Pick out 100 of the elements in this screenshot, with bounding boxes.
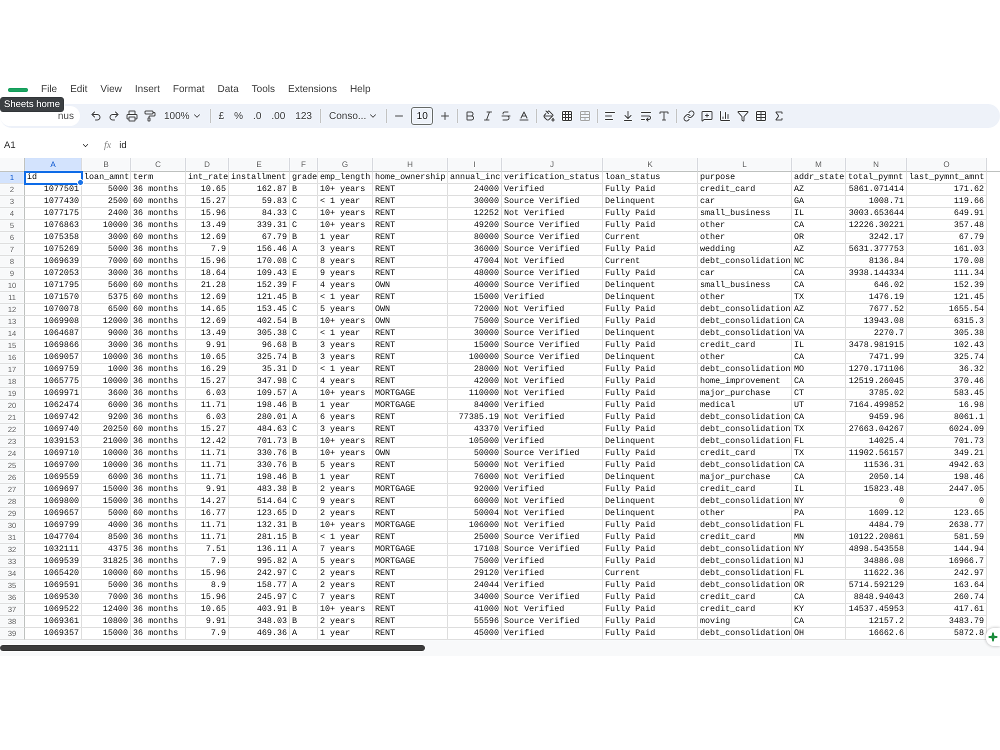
table-cell: 6315.3 bbox=[907, 316, 987, 328]
table-cell: 1077430 bbox=[25, 196, 82, 208]
table-cell: Not Verified bbox=[502, 208, 603, 220]
column-header[interactable]: G bbox=[318, 158, 373, 172]
undo-icon[interactable] bbox=[90, 110, 102, 122]
column-header[interactable]: A bbox=[25, 158, 82, 172]
column-header[interactable]: E bbox=[229, 158, 290, 172]
column-header[interactable]: B bbox=[82, 158, 131, 172]
table-cell: CA bbox=[792, 460, 846, 472]
number-format-button[interactable]: 123 bbox=[293, 107, 314, 125]
table-cell: 14.65 bbox=[186, 304, 229, 316]
table-cell: Source Verified bbox=[502, 616, 603, 628]
column-header[interactable]: F bbox=[290, 158, 318, 172]
column-header[interactable]: C bbox=[131, 158, 186, 172]
table-cell: 8061.1 bbox=[907, 412, 987, 424]
table-cell: 119.66 bbox=[907, 196, 987, 208]
table-cell: Fully Paid bbox=[603, 580, 698, 592]
menu-item[interactable]: Help bbox=[350, 84, 371, 96]
text-color-icon[interactable] bbox=[518, 110, 530, 122]
fill-handle[interactable] bbox=[77, 179, 84, 186]
italic-icon[interactable] bbox=[482, 110, 494, 122]
table-cell: 152.39 bbox=[907, 280, 987, 292]
paint-format-icon[interactable] bbox=[144, 110, 156, 122]
table-cell: 60000 bbox=[448, 496, 502, 508]
table-cell: 2050.14 bbox=[846, 472, 907, 484]
font-size-field[interactable]: 10 bbox=[411, 107, 434, 125]
text-rotation-icon[interactable] bbox=[658, 110, 670, 122]
vertical-align-icon[interactable] bbox=[622, 110, 634, 122]
menu-item[interactable]: Extensions bbox=[288, 84, 337, 96]
formula-field[interactable]: id bbox=[119, 140, 127, 150]
table-cell: 9.91 bbox=[186, 340, 229, 352]
table-cell: 36 months bbox=[131, 364, 186, 376]
menu-item[interactable]: Tools bbox=[252, 84, 276, 96]
column-header[interactable]: D bbox=[186, 158, 229, 172]
column-header[interactable]: J bbox=[502, 158, 603, 172]
name-box[interactable]: A1 bbox=[4, 140, 96, 150]
plus-icon[interactable] bbox=[439, 110, 452, 122]
table-cell: 1069908 bbox=[25, 316, 82, 328]
table-cell: 1069799 bbox=[25, 520, 82, 532]
table-cell: 10000 bbox=[82, 568, 131, 580]
fill-color-icon[interactable] bbox=[543, 110, 556, 122]
table-cell: Fully Paid bbox=[603, 520, 698, 532]
table-icon[interactable] bbox=[755, 110, 768, 122]
column-header[interactable]: M bbox=[792, 158, 846, 172]
text-wrap-icon[interactable] bbox=[640, 110, 652, 122]
sigma-icon[interactable] bbox=[773, 110, 786, 122]
menu-item[interactable]: Edit bbox=[70, 84, 88, 96]
decrease-decimals-button[interactable]: .0 bbox=[251, 107, 264, 125]
chart-icon[interactable] bbox=[719, 110, 732, 122]
increase-decimals-button[interactable]: .00 bbox=[269, 107, 288, 125]
currency-button[interactable]: £ bbox=[216, 107, 226, 125]
link-icon[interactable] bbox=[683, 110, 696, 122]
table-cell: 36 months bbox=[131, 484, 186, 496]
table-cell: Not Verified bbox=[502, 412, 603, 424]
borders-icon[interactable] bbox=[561, 110, 574, 122]
menu-item[interactable]: View bbox=[100, 84, 122, 96]
column-header[interactable]: N bbox=[846, 158, 907, 172]
table-cell: credit_card bbox=[698, 532, 792, 544]
table-cell: 60 months bbox=[131, 280, 186, 292]
table-cell: 1075358 bbox=[25, 232, 82, 244]
menu-item[interactable]: File bbox=[41, 84, 58, 96]
table-cell: 36 months bbox=[131, 352, 186, 364]
table-cell: 152.39 bbox=[229, 280, 290, 292]
table-cell: Fully Paid bbox=[603, 424, 698, 436]
table-cell: MN bbox=[792, 532, 846, 544]
menu-item[interactable]: Insert bbox=[134, 84, 160, 96]
filter-icon[interactable] bbox=[737, 110, 750, 122]
table-cell: 15.27 bbox=[186, 424, 229, 436]
merge-cells-icon[interactable] bbox=[579, 110, 592, 122]
print-icon[interactable] bbox=[126, 110, 138, 122]
column-header[interactable]: K bbox=[603, 158, 698, 172]
table-cell: 12519.26045 bbox=[846, 376, 907, 388]
table-cell: PA bbox=[792, 508, 846, 520]
menu-item[interactable]: Data bbox=[218, 84, 239, 96]
table-cell: 3478.981915 bbox=[846, 340, 907, 352]
menu-item[interactable]: Format bbox=[172, 84, 205, 96]
redo-icon[interactable] bbox=[108, 110, 120, 122]
bold-icon[interactable] bbox=[464, 110, 476, 122]
column-header[interactable]: H bbox=[373, 158, 448, 172]
percent-button[interactable]: % bbox=[232, 107, 246, 125]
table-cell: A bbox=[290, 388, 318, 400]
font-dropdown[interactable]: Conso... bbox=[326, 107, 380, 125]
zoom-dropdown[interactable]: 100% bbox=[162, 107, 204, 125]
explore-button[interactable] bbox=[986, 628, 1000, 646]
table-cell: 1065420 bbox=[25, 568, 82, 580]
comment-icon[interactable] bbox=[701, 110, 714, 122]
table-cell: B bbox=[290, 532, 318, 544]
table-cell: RENT bbox=[373, 616, 448, 628]
table-cell: RENT bbox=[373, 364, 448, 376]
column-header[interactable]: O bbox=[907, 158, 987, 172]
column-header[interactable]: I bbox=[448, 158, 502, 172]
table-cell: 3 years bbox=[318, 424, 373, 436]
align-left-icon[interactable] bbox=[604, 110, 616, 122]
table-cell: 1069971 bbox=[25, 388, 82, 400]
column-header[interactable]: L bbox=[698, 158, 792, 172]
table-cell: 5000 bbox=[82, 580, 131, 592]
horizontal-scrollbar[interactable] bbox=[0, 645, 425, 651]
table-cell: 36 months bbox=[131, 268, 186, 280]
table-cell: 28000 bbox=[448, 364, 502, 376]
strikethrough-icon[interactable] bbox=[500, 110, 512, 122]
